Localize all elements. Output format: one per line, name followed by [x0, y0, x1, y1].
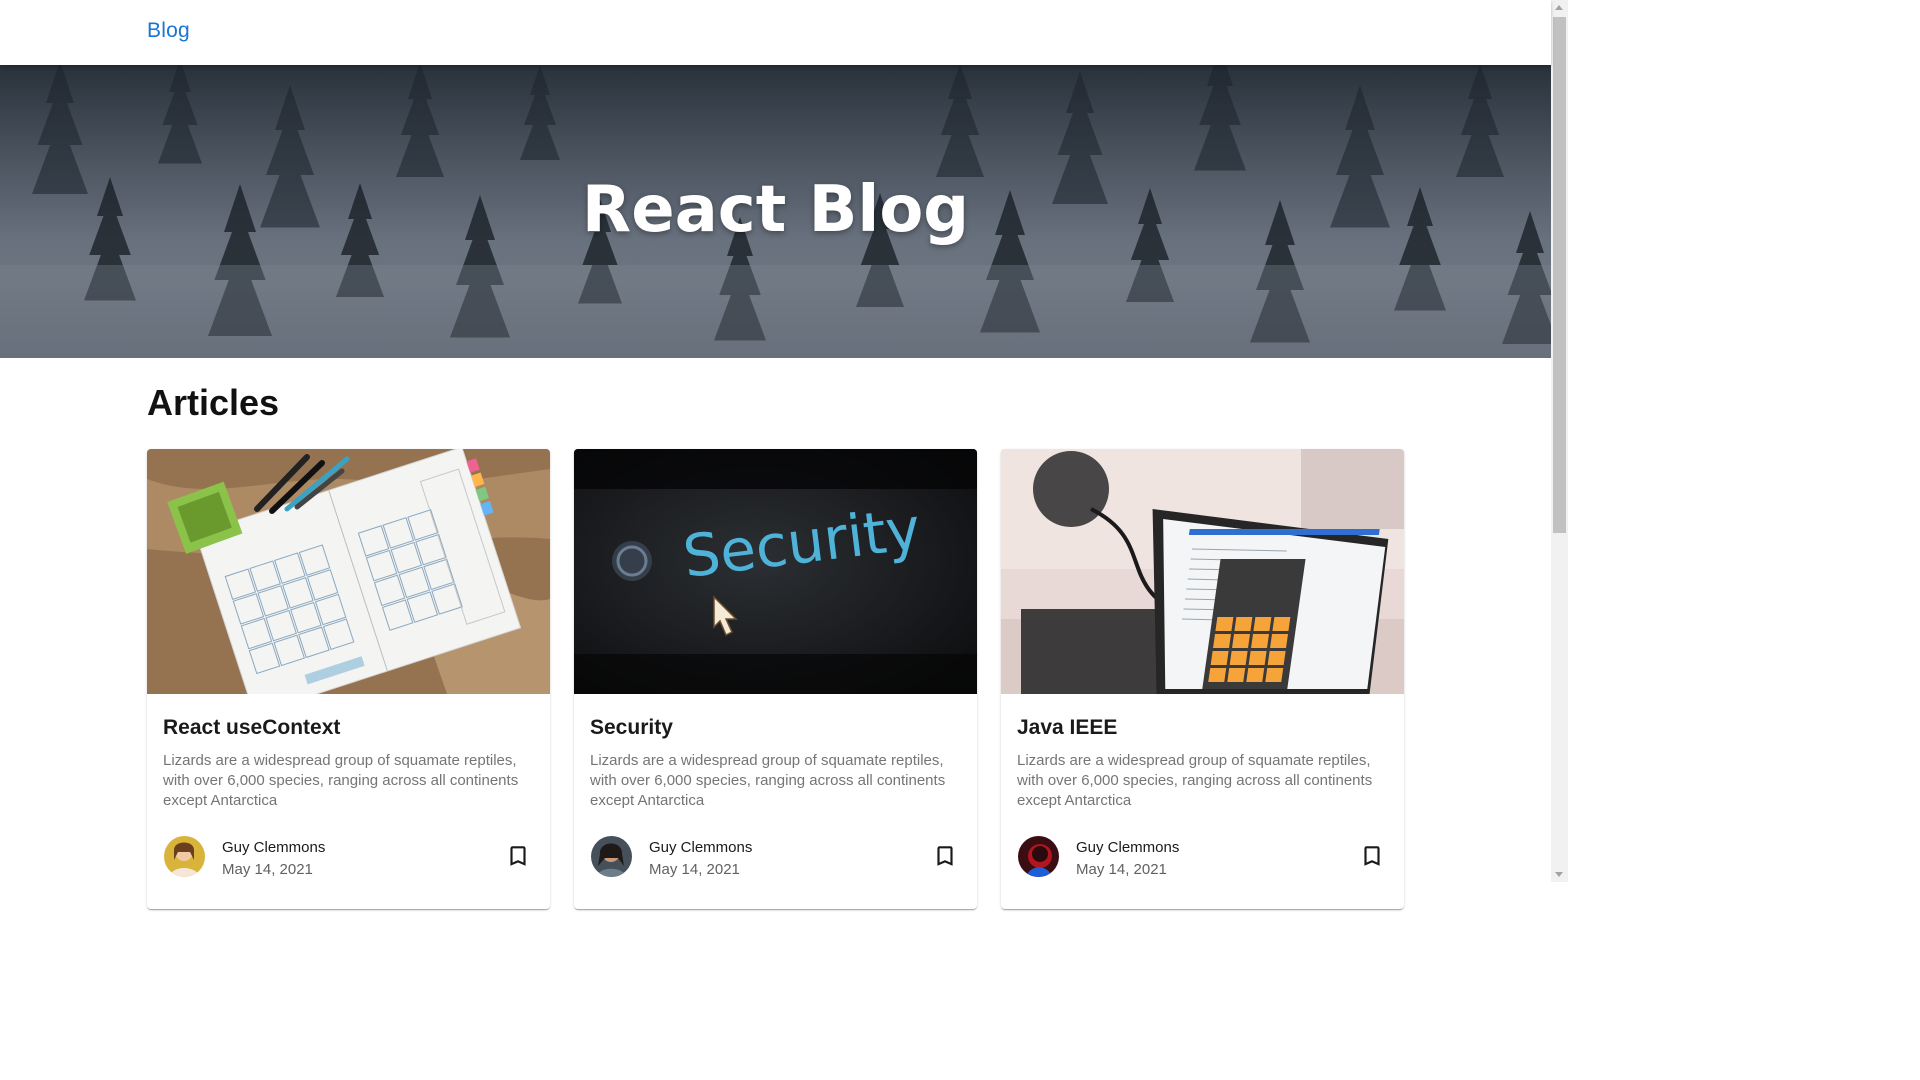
app-bar: Blog	[0, 0, 1551, 65]
card-description: Lizards are a widespread group of squama…	[163, 752, 519, 809]
post-date: May 14, 2021	[649, 861, 740, 878]
bookmark-border-icon	[510, 846, 526, 866]
card-image[interactable]: Security	[574, 449, 977, 694]
vertical-scrollbar[interactable]	[1551, 0, 1568, 882]
articles-heading: Articles	[147, 382, 280, 423]
card-title[interactable]: React useContext	[163, 716, 340, 740]
calendar-journal-image	[147, 449, 550, 694]
card-title[interactable]: Security	[590, 716, 673, 740]
scrollbar-thumb[interactable]	[1553, 17, 1566, 533]
hero-title: React Blog	[581, 173, 970, 247]
card-description: Lizards are a widespread group of squama…	[590, 752, 946, 809]
author-avatar	[164, 836, 205, 877]
author-avatar	[1018, 836, 1059, 877]
author-name: Guy Clemmons	[1076, 839, 1180, 856]
bookmark-border-icon	[1364, 846, 1380, 866]
article-card[interactable]: Java IEEE Lizards are a widespread group…	[1001, 449, 1404, 909]
post-date: May 14, 2021	[222, 861, 313, 878]
card-image[interactable]	[1001, 449, 1404, 694]
brand-link[interactable]: Blog	[147, 19, 190, 43]
bookmark-button[interactable]	[505, 843, 531, 869]
bookmark-button[interactable]	[932, 843, 958, 869]
card-image[interactable]	[147, 449, 550, 694]
card-title[interactable]: Java IEEE	[1017, 716, 1117, 740]
scroll-up-arrow-icon[interactable]	[1555, 5, 1563, 10]
laptop-calculator-image	[1001, 449, 1404, 694]
security-screen-image: Security	[574, 449, 977, 694]
hero-banner: React Blog	[0, 65, 1551, 358]
bookmark-border-icon	[937, 846, 953, 866]
author-name: Guy Clemmons	[649, 839, 753, 856]
article-card[interactable]: Security Security Lizards are a widespre…	[574, 449, 977, 909]
bookmark-button[interactable]	[1359, 843, 1385, 869]
scroll-down-arrow-icon[interactable]	[1555, 872, 1563, 877]
author-avatar	[591, 836, 632, 877]
card-description: Lizards are a widespread group of squama…	[1017, 752, 1373, 809]
article-card[interactable]: React useContext Lizards are a widesprea…	[147, 449, 550, 909]
author-name: Guy Clemmons	[222, 839, 326, 856]
post-date: May 14, 2021	[1076, 861, 1167, 878]
